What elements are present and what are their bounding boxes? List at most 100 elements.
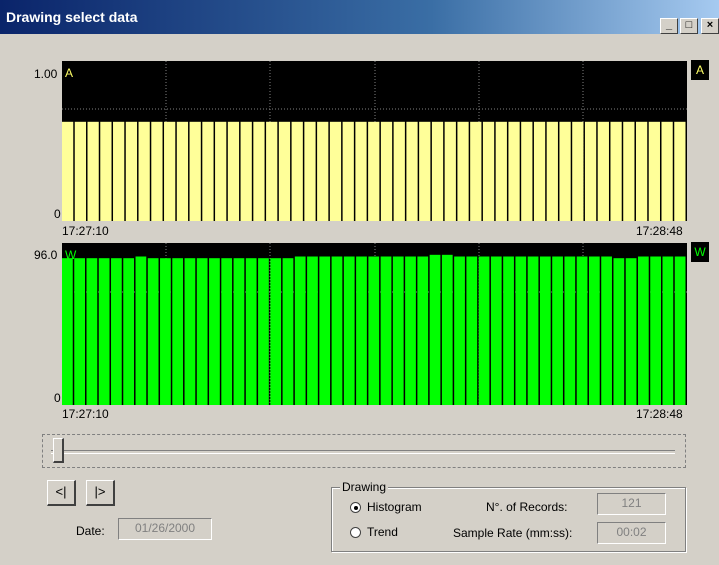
chart-w-legend-label: W (65, 248, 77, 262)
chart-w-bar (417, 256, 429, 405)
chart-w-bar (172, 258, 184, 405)
chart-w-ymin-label: 0 (54, 391, 61, 405)
title-bar: Drawing select data (0, 0, 719, 34)
chart-w-bar (454, 256, 465, 405)
chart-a-bar (355, 121, 367, 221)
chart-w-bar (588, 256, 600, 405)
chart-a-ymin-label: 0 (54, 207, 61, 221)
chart-w-bar (490, 256, 502, 405)
drawing-group-label: Drawing (340, 480, 389, 494)
chart-w-bar (429, 254, 441, 405)
chart-w-bar (258, 258, 269, 405)
chart-a-bar (533, 121, 546, 221)
histogram-radio[interactable] (350, 502, 361, 513)
chart-a-bar (470, 121, 482, 221)
date-field[interactable]: 01/26/2000 (118, 518, 212, 540)
next-button[interactable]: |> (86, 480, 115, 506)
chart-a-bar (278, 121, 291, 221)
chart-w-legend-box: W (691, 242, 709, 262)
chart-a-bar (291, 121, 303, 221)
chart-w-start-time: 17:27:10 (62, 407, 109, 421)
chart-a-bar (597, 121, 609, 221)
trend-radio[interactable] (350, 527, 361, 538)
chart-w-bar (245, 258, 257, 405)
chart-w-bar (441, 254, 453, 405)
close-icon[interactable]: × (701, 18, 719, 34)
chart-w-bar (539, 256, 551, 405)
chart-w-svg (62, 243, 687, 405)
date-label: Date: (76, 524, 105, 538)
chart-a-bar (113, 121, 125, 221)
sample-rate-field[interactable]: 00:02 (597, 522, 666, 544)
chart-w-bar (343, 256, 355, 405)
chart-w-bar (405, 256, 416, 405)
chart-w-bar (123, 258, 135, 405)
chart-a-bar (202, 121, 214, 221)
records-label: N°. of Records: (486, 500, 568, 514)
window-title: Drawing select data (6, 9, 138, 25)
chart-a-bar (635, 121, 648, 221)
chart-a-bar (151, 121, 163, 221)
chart-a-bar (610, 121, 622, 221)
chart-a-bar (317, 121, 329, 221)
chart-w-bar (282, 258, 294, 405)
chart-w-bar (233, 258, 245, 405)
chart-w-bar (98, 258, 110, 405)
chart-a-bar (342, 121, 354, 221)
previous-icon: <| (55, 484, 67, 499)
chart-w-bar (527, 256, 539, 405)
previous-button[interactable]: <| (47, 480, 76, 506)
chart-a-bar (304, 121, 316, 221)
maximize-icon[interactable]: □ (680, 18, 698, 34)
chart-w-bar (576, 256, 588, 405)
records-field[interactable]: 121 (597, 493, 666, 515)
histogram-label[interactable]: Histogram (367, 500, 422, 514)
chart-a-end-time: 17:28:48 (636, 224, 683, 238)
chart-a-legend-box: A (691, 60, 709, 80)
chart-a-bar (572, 121, 584, 221)
chart-a-bar (482, 121, 495, 221)
chart-a-bar (393, 121, 405, 221)
chart-a-bar (368, 121, 380, 221)
chart-w-bar (221, 258, 233, 405)
chart-w-bar (111, 258, 122, 405)
chart-a-bar (521, 121, 533, 221)
chart-w-bar (307, 256, 318, 405)
chart-w-bar (564, 256, 576, 405)
slider-thumb[interactable] (53, 438, 64, 463)
chart-a-bar (62, 121, 74, 221)
chart-a-bar (508, 121, 520, 221)
chart-a-bar (176, 121, 189, 221)
minimize-icon[interactable]: _ (660, 18, 678, 34)
chart-a-bar (240, 121, 252, 221)
chart-w-bar (478, 256, 490, 405)
chart-w-bar (625, 258, 637, 405)
chart-w-bar (147, 258, 159, 405)
chart-w-bar (650, 256, 661, 405)
chart-a-bar (74, 121, 87, 221)
chart-a-bar (164, 121, 176, 221)
chart-a-bar (125, 121, 138, 221)
chart-w-bar (613, 258, 625, 405)
chart-a-bar (648, 121, 660, 221)
time-slider[interactable] (42, 434, 686, 468)
chart-a-legend-label: A (65, 66, 74, 80)
chart-a-bar (674, 121, 686, 221)
chart-w-bar (86, 258, 98, 405)
chart-a-bar (138, 121, 150, 221)
chart-w-bar (135, 256, 147, 405)
trend-label[interactable]: Trend (367, 525, 398, 539)
chart-w-bar (62, 258, 73, 405)
chart-w-bar (552, 256, 563, 405)
chart-a-bar (266, 121, 278, 221)
chart-a-bar (444, 121, 456, 221)
chart-w-bar (674, 256, 686, 405)
slider-track (51, 450, 675, 454)
chart-w-bar (466, 256, 478, 405)
chart-a-bar (584, 121, 597, 221)
chart-a-bar (495, 121, 507, 221)
chart-w-bar (196, 258, 208, 405)
chart-a-bar (215, 121, 227, 221)
chart-w-bar (356, 256, 367, 405)
chart-a-bar (406, 121, 418, 221)
